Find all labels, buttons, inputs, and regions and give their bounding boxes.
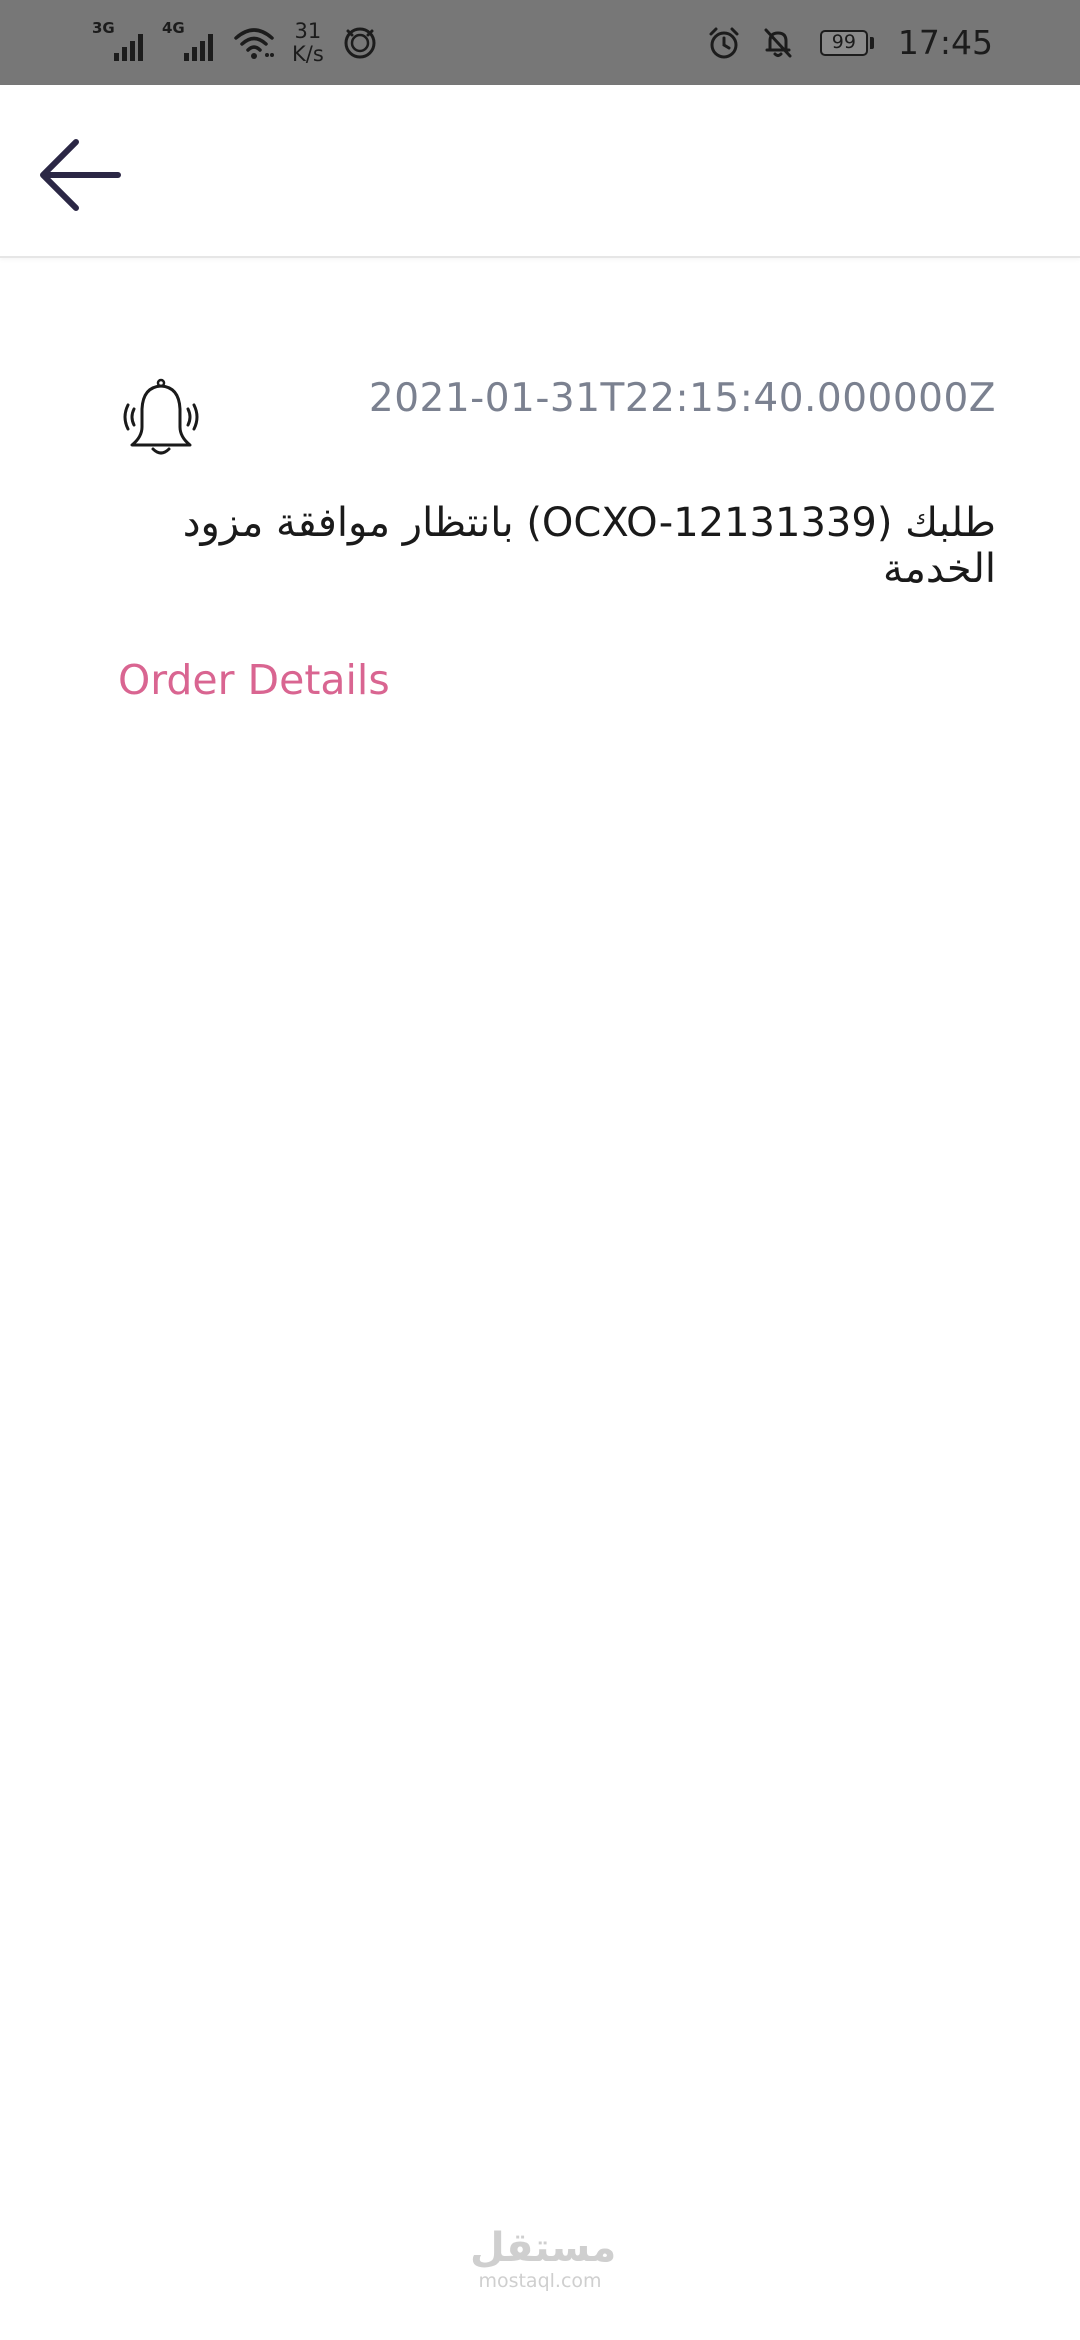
- network-speed-value: 31: [294, 18, 322, 43]
- notification-message: طلبك (OCXO-12131339) بانتظار موافقة مزود…: [182, 500, 996, 592]
- notification-timestamp: 2021-01-31T22:15:40.000000Z: [368, 376, 996, 421]
- battery-level: 99: [819, 29, 868, 56]
- back-button[interactable]: [30, 130, 130, 220]
- wifi-icon: [232, 21, 276, 65]
- network-speed: 31 K/s: [292, 18, 324, 66]
- watermark-latin: mostaql.com: [478, 2270, 602, 2292]
- arrow-left-icon: [40, 139, 121, 211]
- bell-ringing-icon: [123, 378, 199, 455]
- battery-icon: 99: [819, 29, 874, 56]
- notification-card: 2021-01-31T22:15:40.000000Z طلبك (OCXO-1…: [118, 370, 996, 704]
- network-type-label: 3G: [92, 18, 115, 37]
- signal-4g-icon: 4G: [162, 18, 222, 65]
- notification-header: 2021-01-31T22:15:40.000000Z: [118, 370, 996, 470]
- signal-3g-icon: 3G: [92, 18, 152, 65]
- notifications-off-icon: [758, 23, 798, 63]
- status-bar-left: 3G 4G 31 K/s: [92, 0, 380, 85]
- alarm-icon: [704, 23, 744, 63]
- network-type-label: 4G: [162, 18, 185, 37]
- clock: 17:45: [897, 23, 993, 62]
- status-bar-right: 99 17:45: [704, 0, 993, 85]
- network-speed-unit: K/s: [292, 41, 324, 66]
- app-bar: [0, 85, 1080, 258]
- order-details-link[interactable]: Order Details: [118, 656, 390, 704]
- status-bar: 3G 4G 31 K/s 99 17:45: [0, 0, 1080, 85]
- screen-record-icon: [340, 23, 380, 63]
- watermark-arabic: مستقل: [470, 2225, 617, 2271]
- watermark-logo: مستقل mostaql.com: [470, 2225, 617, 2292]
